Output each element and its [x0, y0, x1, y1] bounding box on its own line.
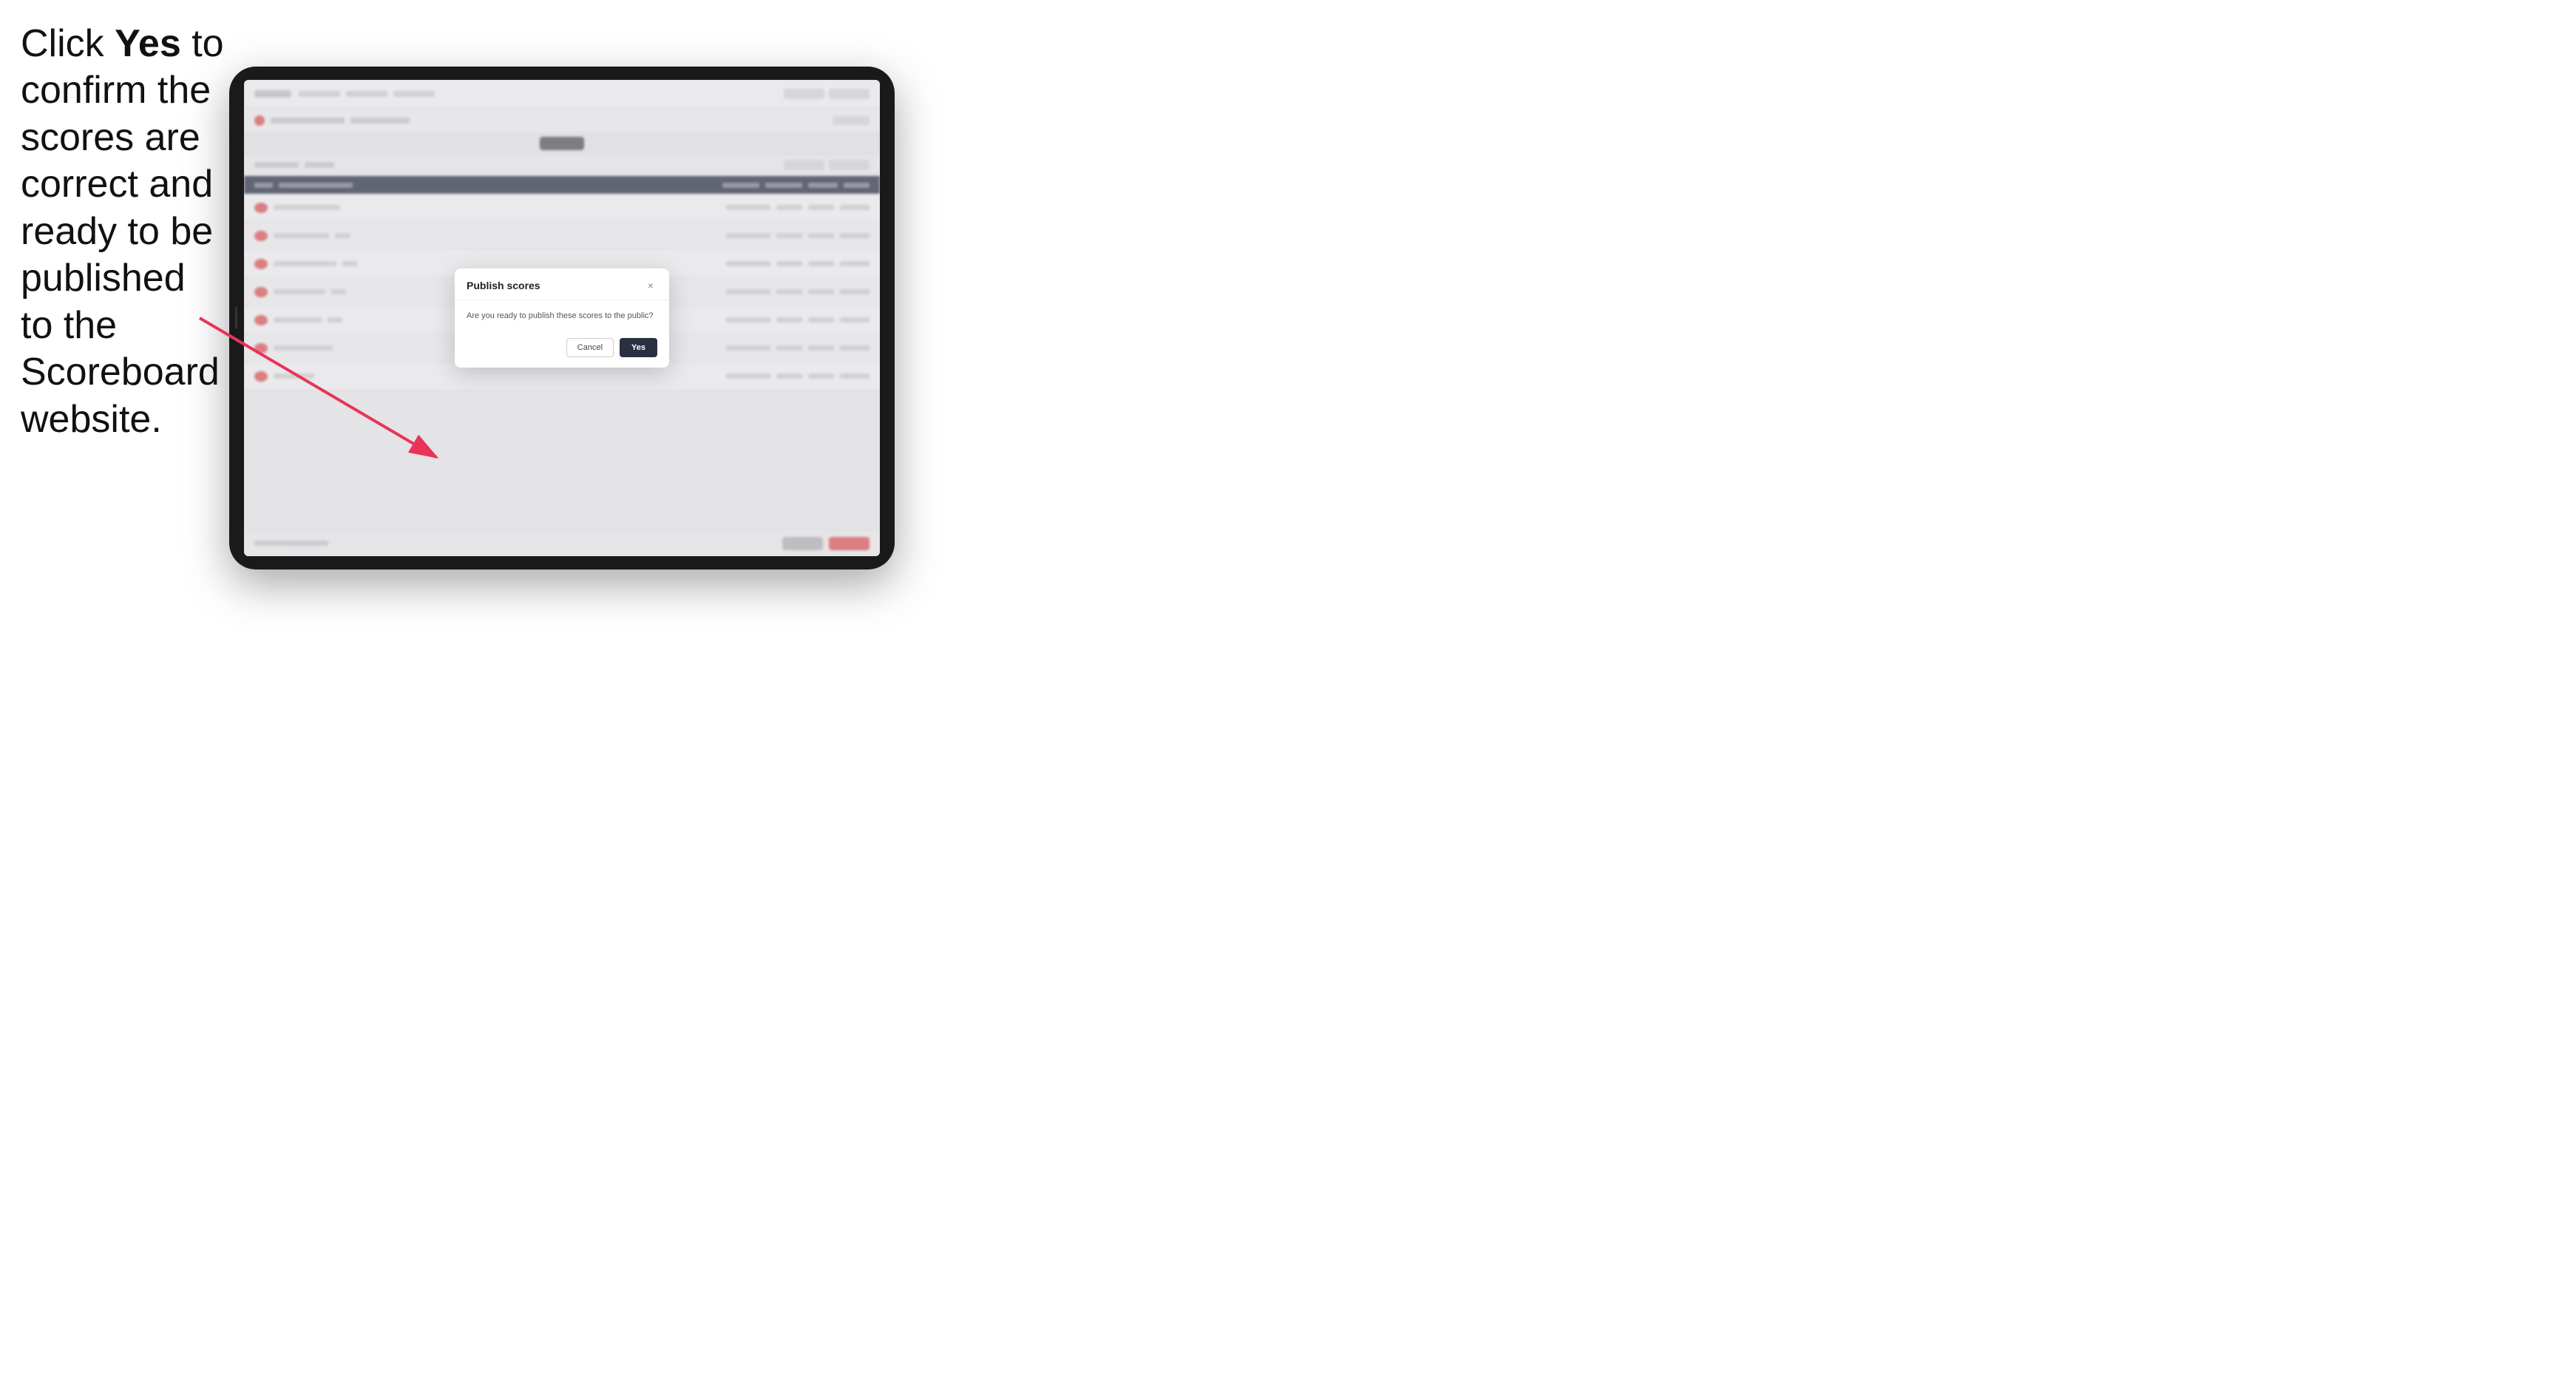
modal-cancel-button[interactable]: Cancel [566, 338, 614, 357]
instruction-bold: Yes [115, 22, 181, 65]
instruction-prefix: Click [21, 22, 115, 65]
modal-body: Are you ready to publish these scores to… [455, 300, 669, 332]
tablet-side-button [235, 307, 237, 329]
modal-header: Publish scores × [455, 268, 669, 300]
tablet-screen: Publish scores × Are you ready to publis… [244, 80, 880, 556]
instruction-suffix: to confirm the scores are correct and re… [21, 22, 224, 441]
modal-close-button[interactable]: × [644, 279, 657, 292]
tablet-frame: Publish scores × Are you ready to publis… [229, 67, 895, 569]
instruction-text: Click Yes to confirm the scores are corr… [21, 21, 228, 443]
modal-dialog: Publish scores × Are you ready to publis… [455, 268, 669, 368]
modal-title: Publish scores [467, 280, 540, 291]
modal-footer: Cancel Yes [455, 332, 669, 368]
modal-yes-button[interactable]: Yes [620, 338, 657, 357]
modal-overlay: Publish scores × Are you ready to publis… [244, 80, 880, 556]
